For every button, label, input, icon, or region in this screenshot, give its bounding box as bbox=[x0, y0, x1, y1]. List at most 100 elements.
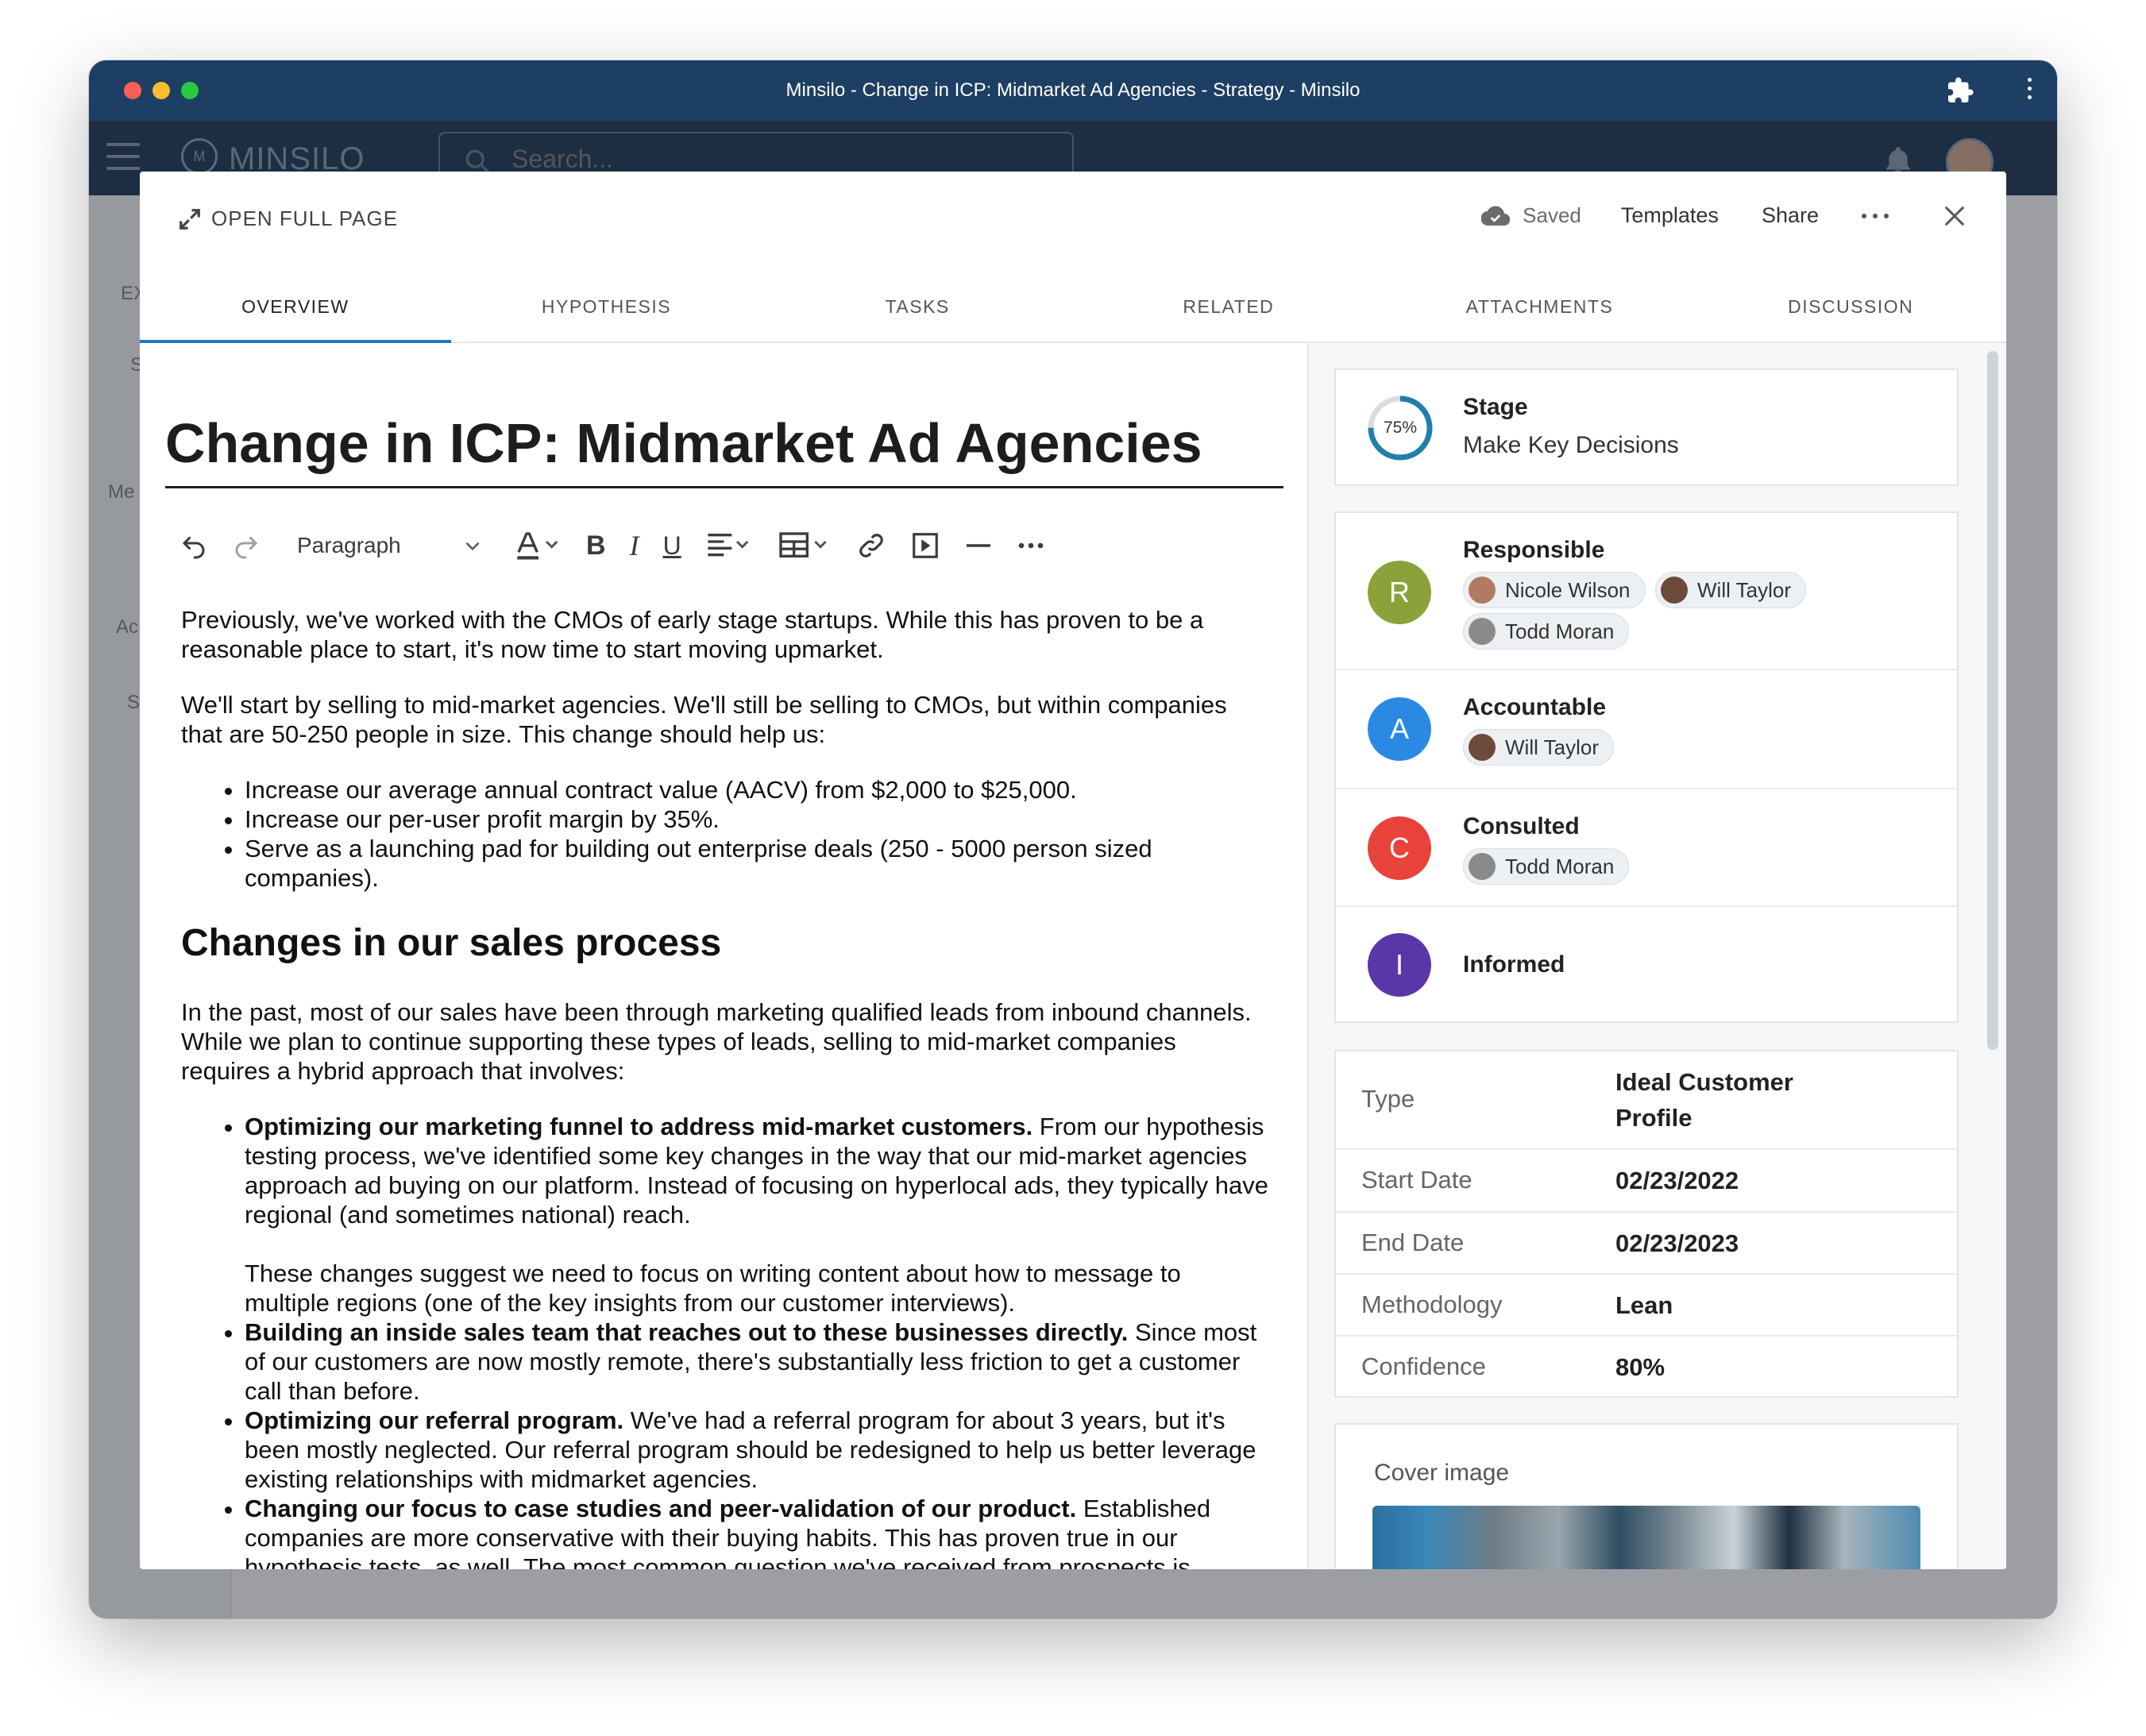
section-heading: Changes in our sales process bbox=[181, 922, 722, 964]
tab-related[interactable]: RELATED bbox=[1073, 270, 1384, 341]
list-item-bold: Optimizing our marketing funnel to addre… bbox=[245, 1113, 1033, 1140]
redo-icon bbox=[235, 536, 258, 559]
sidebar-scrollbar[interactable] bbox=[1987, 351, 1998, 1050]
bullet-list: Optimizing our marketing funnel to addre… bbox=[245, 1112, 1269, 1569]
property-key: Confidence bbox=[1361, 1352, 1486, 1380]
stage-value: Make Key Decisions bbox=[1463, 432, 1679, 458]
property-value: 80% bbox=[1615, 1353, 1665, 1381]
link-icon bbox=[859, 534, 883, 557]
horizontal-rule-button[interactable] bbox=[964, 528, 993, 563]
list-item: Serve as a launching pad for building ou… bbox=[245, 834, 1269, 893]
details-sidebar: 75% Stage Make Key Decisions R Responsib… bbox=[1309, 343, 2006, 1569]
table-button[interactable] bbox=[777, 528, 832, 563]
person-chip[interactable]: Will Taylor bbox=[1463, 729, 1614, 766]
property-key: End Date bbox=[1361, 1229, 1465, 1256]
align-button[interactable] bbox=[705, 528, 753, 563]
templates-button[interactable]: Templates bbox=[1621, 203, 1719, 228]
stage-percent: 75% bbox=[1383, 419, 1418, 437]
redo-button[interactable] bbox=[232, 528, 261, 563]
paragraph: We'll start by selling to mid-market age… bbox=[181, 691, 1227, 748]
avatar bbox=[1469, 734, 1496, 761]
person-name: Todd Moran bbox=[1505, 854, 1615, 878]
media-button[interactable] bbox=[910, 528, 940, 563]
property-row[interactable]: Confidence 80% bbox=[1336, 1337, 1957, 1398]
editor-pane: Change in ICP: Midmarket Ad Agencies Par… bbox=[140, 343, 1307, 1569]
more-tools-button[interactable] bbox=[1017, 528, 1045, 563]
bold-button[interactable]: B bbox=[586, 528, 606, 563]
undo-button[interactable] bbox=[179, 528, 208, 563]
list-item-text: These changes suggest we need to focus o… bbox=[245, 1260, 1181, 1317]
paragraph-style-select[interactable]: Paragraph bbox=[284, 528, 483, 563]
italic-button[interactable]: I bbox=[630, 528, 639, 563]
text-color-button[interactable] bbox=[515, 528, 562, 563]
person-chip[interactable]: Todd Moran bbox=[1463, 613, 1630, 650]
list-item-bold: Changing our focus to case studies and p… bbox=[245, 1495, 1077, 1522]
raci-row-accountable[interactable]: A Accountable Will Taylor bbox=[1336, 670, 1957, 789]
property-key: Type bbox=[1361, 1085, 1415, 1113]
document-body[interactable]: Previously, we've worked with the CMOs o… bbox=[181, 605, 1269, 1569]
underline-button[interactable]: U bbox=[663, 528, 681, 563]
stage-label: Stage bbox=[1463, 394, 1528, 420]
share-button[interactable]: Share bbox=[1762, 203, 1819, 228]
tab-bar: OVERVIEW HYPOTHESIS TASKS RELATED ATTACH… bbox=[140, 270, 2006, 343]
list-item: Increase our per-user profit margin by 3… bbox=[245, 804, 1269, 834]
more-options-icon[interactable] bbox=[1862, 213, 1889, 218]
raci-label: Responsible bbox=[1463, 537, 1605, 563]
paragraph-style-value: Paragraph bbox=[297, 533, 401, 557]
properties-card: Type Ideal Customer Profile Start Date 0… bbox=[1334, 1050, 1959, 1398]
cloud-check-icon bbox=[1481, 206, 1511, 226]
list-item: Changing our focus to case studies and p… bbox=[245, 1494, 1269, 1569]
raci-card: R Responsible Nicole Wilson Will Taylor … bbox=[1334, 511, 1959, 1023]
raci-badge-r: R bbox=[1368, 561, 1431, 624]
raci-row-responsible[interactable]: R Responsible Nicole Wilson Will Taylor … bbox=[1336, 513, 1957, 670]
cover-image-card: Cover image bbox=[1334, 1423, 1959, 1569]
avatar bbox=[1469, 618, 1496, 645]
person-chip[interactable]: Will Taylor bbox=[1655, 572, 1806, 608]
property-row[interactable]: Start Date 02/23/2022 bbox=[1336, 1150, 1957, 1213]
avatar bbox=[1469, 853, 1496, 880]
save-status: Saved bbox=[1481, 203, 1581, 228]
property-value: 02/23/2022 bbox=[1615, 1167, 1739, 1194]
person-chip[interactable]: Todd Moran bbox=[1463, 848, 1630, 885]
cover-image[interactable] bbox=[1372, 1506, 1920, 1569]
undo-icon bbox=[182, 536, 205, 559]
horizontal-line-icon bbox=[966, 544, 990, 547]
tab-discussion[interactable]: DISCUSSION bbox=[1695, 270, 2006, 341]
person-chip[interactable]: Nicole Wilson bbox=[1463, 572, 1646, 608]
document-title[interactable]: Change in ICP: Midmarket Ad Agencies bbox=[165, 411, 1283, 488]
property-row[interactable]: Type Ideal Customer Profile bbox=[1336, 1051, 1957, 1150]
window-title: Minsilo - Change in ICP: Midmarket Ad Ag… bbox=[785, 79, 1361, 101]
person-name: Will Taylor bbox=[1505, 735, 1599, 759]
browser-window: Minsilo - Change in ICP: Midmarket Ad Ag… bbox=[89, 60, 2057, 1618]
chevron-down-icon bbox=[465, 542, 480, 551]
property-value: Lean bbox=[1615, 1291, 1673, 1319]
stage-card[interactable]: 75% Stage Make Key Decisions bbox=[1334, 368, 1959, 486]
tab-hypothesis[interactable]: HYPOTHESIS bbox=[451, 270, 762, 341]
open-full-page-button[interactable]: OPEN FULL PAGE bbox=[178, 206, 398, 231]
raci-row-consulted[interactable]: C Consulted Todd Moran bbox=[1336, 789, 1957, 907]
link-button[interactable] bbox=[856, 528, 886, 563]
property-key: Methodology bbox=[1361, 1290, 1503, 1318]
editor-toolbar: Paragraph B I U bbox=[179, 526, 1069, 565]
tab-attachments[interactable]: ATTACHMENTS bbox=[1384, 270, 1696, 341]
close-icon[interactable] bbox=[1943, 204, 1967, 228]
raci-label: Consulted bbox=[1463, 813, 1580, 839]
raci-badge-c: C bbox=[1368, 816, 1431, 880]
expand-icon bbox=[179, 208, 200, 230]
browser-menu-icon[interactable] bbox=[2025, 78, 2033, 103]
tab-tasks[interactable]: TASKS bbox=[762, 270, 1073, 341]
raci-row-informed[interactable]: I Informed bbox=[1336, 907, 1957, 1023]
paragraph: In the past, most of our sales have been… bbox=[181, 998, 1252, 1085]
property-row[interactable]: End Date 02/23/2023 bbox=[1336, 1213, 1957, 1275]
property-value: Ideal Customer Profile bbox=[1615, 1068, 1793, 1132]
title-bar: Minsilo - Change in ICP: Midmarket Ad Ag… bbox=[89, 60, 2057, 121]
list-item: Optimizing our marketing funnel to addre… bbox=[245, 1112, 1269, 1317]
paragraph: Previously, we've worked with the CMOs o… bbox=[181, 606, 1204, 663]
raci-label: Informed bbox=[1463, 951, 1565, 978]
property-row[interactable]: Methodology Lean bbox=[1336, 1275, 1957, 1337]
cover-image-label: Cover image bbox=[1374, 1460, 1510, 1486]
list-item: Optimizing our referral program. We've h… bbox=[245, 1406, 1269, 1494]
puzzle-icon[interactable] bbox=[1946, 76, 1974, 105]
tab-overview[interactable]: OVERVIEW bbox=[140, 270, 451, 343]
avatar bbox=[1661, 577, 1688, 604]
